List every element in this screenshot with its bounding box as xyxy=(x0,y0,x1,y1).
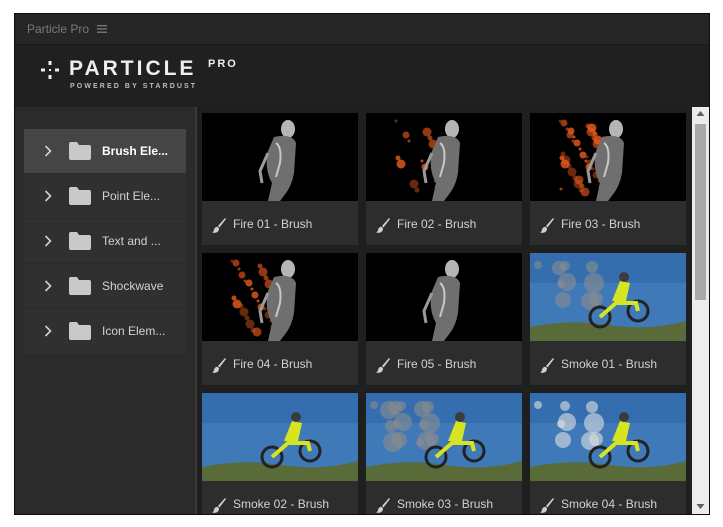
folder-icon xyxy=(69,322,91,340)
brand-tagline: POWERED BY STARDUST xyxy=(70,83,198,90)
folder-icon xyxy=(69,277,91,295)
scroll-down-arrow-icon[interactable] xyxy=(696,503,705,510)
chevron-right-icon[interactable] xyxy=(44,324,52,338)
preset-thumbnail[interactable] xyxy=(530,113,686,201)
preset-thumbnail[interactable] xyxy=(202,113,358,201)
folder-label: Point Ele... xyxy=(102,189,161,203)
sparkle-logo-icon xyxy=(41,61,59,79)
folder-label: Brush Ele... xyxy=(102,144,169,158)
preset-card[interactable]: Smoke 04 - Brush xyxy=(530,393,686,514)
chevron-right-icon[interactable] xyxy=(44,279,52,293)
preset-card[interactable]: Smoke 03 - Brush xyxy=(366,393,522,514)
preset-card[interactable]: Fire 03 - Brush xyxy=(530,113,686,245)
folder-label: Icon Elem... xyxy=(102,324,166,338)
folder-item-text-and[interactable]: Text and ... xyxy=(24,219,186,263)
chevron-right-icon[interactable] xyxy=(44,234,52,248)
folder-label: Text and ... xyxy=(102,234,161,248)
preset-card[interactable]: Smoke 01 - Brush xyxy=(530,253,686,385)
preset-label: Fire 02 - Brush xyxy=(397,217,477,231)
brush-icon xyxy=(540,498,554,513)
hamburger-icon[interactable] xyxy=(97,25,107,33)
category-sidebar: Brush Ele... Point Ele... Text and ... S… xyxy=(15,107,195,514)
brand-header: PARTICLE PRO POWERED BY STARDUST xyxy=(15,45,709,107)
brush-icon xyxy=(376,218,390,233)
scrollbar-thumb[interactable] xyxy=(695,124,706,300)
app-window: Particle Pro PARTICLE PRO POWERED BY STA… xyxy=(15,14,709,514)
preset-label: Fire 03 - Brush xyxy=(561,217,641,231)
preset-label: Smoke 04 - Brush xyxy=(561,497,658,511)
preset-label: Fire 01 - Brush xyxy=(233,217,313,231)
folder-icon xyxy=(69,142,91,160)
preset-card[interactable]: Fire 05 - Brush xyxy=(366,253,522,385)
folder-list: Brush Ele... Point Ele... Text and ... S… xyxy=(24,129,186,354)
vertical-scrollbar[interactable] xyxy=(692,107,709,514)
preset-card[interactable]: Fire 02 - Brush xyxy=(366,113,522,245)
brand-name: PARTICLE xyxy=(69,57,197,80)
preset-label: Smoke 01 - Brush xyxy=(561,357,658,371)
preset-card[interactable]: Fire 01 - Brush xyxy=(202,113,358,245)
brush-icon xyxy=(540,218,554,233)
chevron-right-icon[interactable] xyxy=(44,144,52,158)
brush-icon xyxy=(212,218,226,233)
preset-thumbnail[interactable] xyxy=(202,393,358,481)
preset-card[interactable]: Fire 04 - Brush xyxy=(202,253,358,385)
preset-label: Smoke 03 - Brush xyxy=(397,497,494,511)
preset-thumbnail[interactable] xyxy=(366,393,522,481)
scroll-up-arrow-icon[interactable] xyxy=(696,110,705,117)
preset-thumbnail[interactable] xyxy=(366,253,522,341)
brush-icon xyxy=(212,498,226,513)
preset-card[interactable]: Smoke 02 - Brush xyxy=(202,393,358,514)
preset-label: Fire 05 - Brush xyxy=(397,357,477,371)
folder-item-shockwave[interactable]: Shockwave xyxy=(24,264,186,308)
folder-item-brush-elements[interactable]: Brush Ele... xyxy=(24,129,186,173)
preset-thumbnail[interactable] xyxy=(530,393,686,481)
folder-icon xyxy=(69,232,91,250)
preset-thumbnail[interactable] xyxy=(530,253,686,341)
brush-icon xyxy=(376,498,390,513)
preset-thumbnail[interactable] xyxy=(202,253,358,341)
brand-edition: PRO xyxy=(208,58,238,70)
window-title: Particle Pro xyxy=(27,22,90,36)
preset-grid-panel: Fire 01 - Brush Fire 02 - Brush Fire 03 - … xyxy=(197,107,692,514)
title-bar: Particle Pro xyxy=(15,14,709,45)
brush-icon xyxy=(212,358,226,373)
folder-icon xyxy=(69,187,91,205)
folder-item-point-elements[interactable]: Point Ele... xyxy=(24,174,186,218)
brush-icon xyxy=(540,358,554,373)
folder-label: Shockwave xyxy=(102,279,164,293)
chevron-right-icon[interactable] xyxy=(44,189,52,203)
folder-item-icon-elements[interactable]: Icon Elem... xyxy=(24,309,186,353)
brush-icon xyxy=(376,358,390,373)
preset-thumbnail[interactable] xyxy=(366,113,522,201)
preset-label: Smoke 02 - Brush xyxy=(233,497,330,511)
preset-label: Fire 04 - Brush xyxy=(233,357,313,371)
